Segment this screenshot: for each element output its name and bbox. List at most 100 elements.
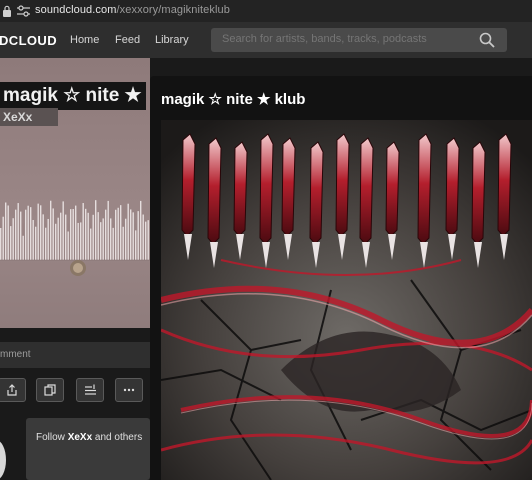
more-button[interactable] bbox=[115, 378, 143, 402]
waveform-bar bbox=[40, 205, 42, 260]
waveform-bar bbox=[60, 212, 62, 260]
waveform-bar bbox=[2, 216, 4, 260]
waveform-bar bbox=[147, 220, 149, 260]
user-avatar[interactable] bbox=[0, 440, 6, 480]
waveform-bar bbox=[62, 201, 64, 260]
waveform-bar bbox=[20, 211, 22, 260]
artwork-letter-stroke bbox=[385, 141, 400, 237]
waveform-bar bbox=[42, 214, 44, 260]
waveform-bar bbox=[97, 212, 99, 260]
add-to-queue-icon bbox=[84, 384, 96, 395]
add-to-queue-button[interactable] bbox=[76, 378, 104, 402]
waveform-bar bbox=[27, 205, 29, 260]
site-header: DCLOUD Home Feed Library bbox=[0, 22, 532, 58]
waveform-bar bbox=[0, 228, 2, 260]
waveform-bar bbox=[120, 205, 122, 260]
waveform-bar bbox=[87, 212, 89, 260]
waveform-bar bbox=[105, 209, 107, 260]
copy-link-button[interactable] bbox=[36, 378, 64, 402]
more-icon bbox=[123, 388, 135, 392]
waveform-bar bbox=[102, 218, 104, 260]
waveform-bar bbox=[5, 202, 7, 260]
waveform-bar bbox=[90, 228, 92, 260]
artwork-letter-stroke bbox=[471, 141, 486, 245]
nav-library[interactable]: Library bbox=[155, 34, 189, 46]
artwork-letter-stroke bbox=[359, 137, 374, 245]
waveform-bar bbox=[137, 211, 139, 260]
waveform-bar bbox=[80, 222, 82, 260]
waveform-bar bbox=[17, 203, 19, 260]
waveform-bar bbox=[15, 209, 17, 260]
waveform-bar bbox=[140, 200, 142, 260]
waveform[interactable] bbox=[0, 160, 150, 280]
waveform-bar bbox=[110, 218, 112, 260]
waveform-bar bbox=[77, 222, 79, 260]
nav-feed[interactable]: Feed bbox=[115, 34, 140, 46]
artwork-letter-stroke bbox=[233, 141, 248, 237]
waveform-bar bbox=[57, 217, 59, 260]
artwork-letter-stroke bbox=[181, 133, 196, 237]
comment-bar[interactable]: mment bbox=[0, 342, 150, 368]
soundcloud-logo[interactable]: DCLOUD bbox=[0, 33, 57, 48]
artwork-letter-stroke bbox=[445, 137, 460, 237]
lock-icon[interactable] bbox=[2, 5, 12, 17]
waveform-bar bbox=[32, 219, 34, 260]
waveform-bar bbox=[30, 207, 32, 260]
artwork-letter-stroke bbox=[335, 133, 350, 237]
follow-suffix: and others bbox=[92, 432, 143, 443]
share-icon bbox=[7, 384, 17, 396]
modal-title: magik ☆ nite ★ klub bbox=[161, 91, 306, 108]
artwork-letter-stroke bbox=[497, 133, 512, 237]
artwork-letter-stroke bbox=[417, 133, 432, 245]
follow-suggestion-card[interactable]: Follow XeXx and others bbox=[26, 418, 150, 480]
artwork-letter-stroke bbox=[309, 141, 324, 245]
url-host: soundcloud.com bbox=[35, 4, 117, 16]
waveform-bar bbox=[72, 208, 74, 260]
waveform-bar bbox=[67, 231, 69, 260]
waveform-bar bbox=[122, 226, 124, 260]
follow-text: Follow XeXx and others bbox=[36, 432, 142, 443]
nav-home[interactable]: Home bbox=[70, 34, 99, 46]
waveform-bar bbox=[132, 212, 134, 260]
waveform-bar bbox=[47, 218, 49, 260]
waveform-bar bbox=[35, 226, 37, 260]
waveform-bar bbox=[145, 221, 147, 260]
waveform-bar bbox=[45, 227, 47, 260]
search-icon[interactable] bbox=[479, 32, 495, 48]
waveform-bar bbox=[115, 209, 117, 260]
search-input[interactable] bbox=[222, 33, 482, 45]
waveform-bar bbox=[7, 205, 9, 260]
waveform-bar bbox=[52, 208, 54, 260]
artwork-letter-stroke bbox=[281, 137, 296, 237]
waveform-bar bbox=[70, 209, 72, 260]
waveform-bar bbox=[125, 218, 127, 260]
waveform-bar bbox=[22, 235, 24, 260]
waveform-bar bbox=[10, 226, 12, 260]
copy-icon bbox=[44, 384, 56, 396]
waveform-bar bbox=[25, 209, 27, 260]
waveform-bar bbox=[142, 214, 144, 260]
site-settings-icon[interactable] bbox=[17, 5, 30, 17]
artwork-letter-stroke bbox=[207, 137, 222, 245]
waveform-bar bbox=[95, 200, 97, 260]
waveform-bar bbox=[55, 223, 57, 260]
search-box[interactable] bbox=[211, 28, 507, 52]
comment-input[interactable]: mment bbox=[0, 349, 31, 360]
browser-address-bar[interactable]: soundcloud.com/xexxory/magikniteklub bbox=[0, 0, 532, 22]
waveform-bar bbox=[127, 203, 129, 260]
url-text[interactable]: soundcloud.com/xexxory/magikniteklub bbox=[35, 4, 230, 16]
waveform-bar bbox=[85, 208, 87, 260]
track-artist[interactable]: XeXx bbox=[0, 108, 59, 126]
waveform-bar bbox=[12, 218, 14, 260]
follow-artist-name[interactable]: XeXx bbox=[68, 432, 92, 443]
waveform-bar bbox=[100, 222, 102, 260]
waveform-bar bbox=[112, 227, 114, 260]
artwork-modal: magik ☆ nite ★ klub bbox=[150, 76, 532, 480]
waveform-bar bbox=[135, 230, 137, 260]
waveform-bar bbox=[82, 203, 84, 260]
track-title: magik ☆ nite ★ bbox=[0, 82, 146, 110]
share-button[interactable] bbox=[0, 378, 26, 402]
artwork-letter-stroke bbox=[259, 133, 274, 245]
waveform-bar bbox=[117, 207, 119, 260]
waveform-bar bbox=[107, 200, 109, 260]
